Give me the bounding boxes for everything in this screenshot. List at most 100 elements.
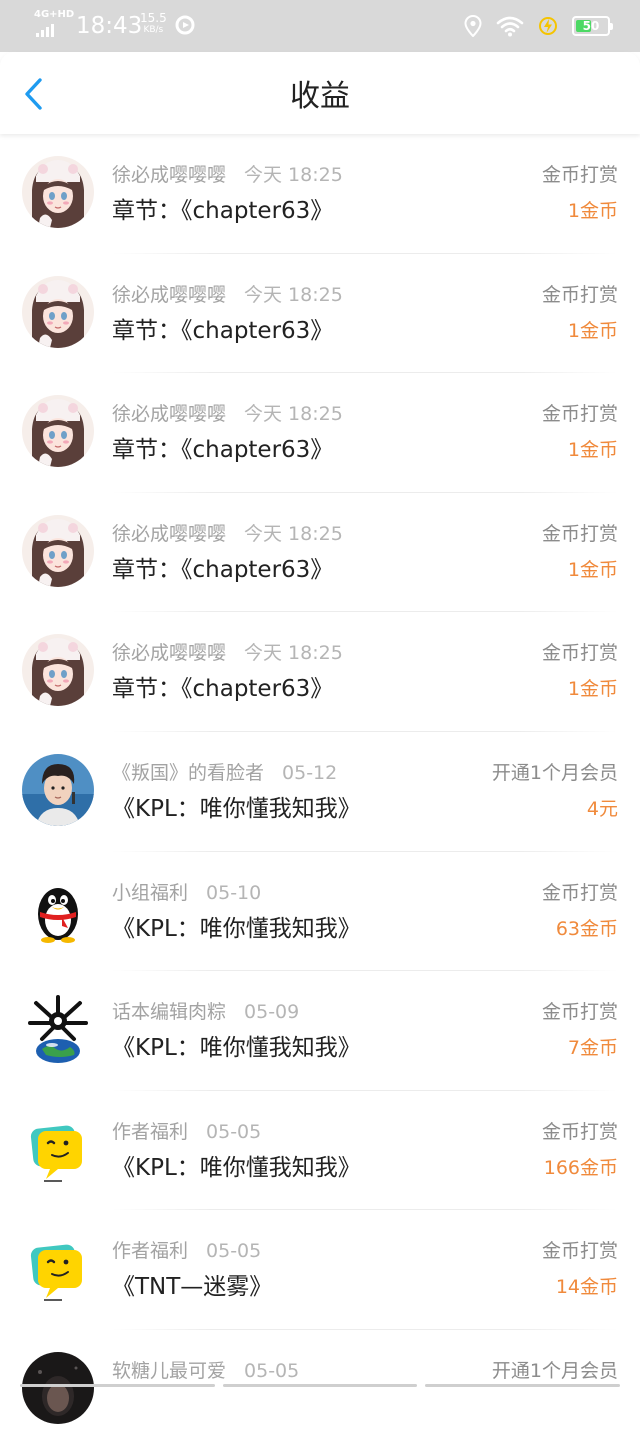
list-item[interactable]: 徐必成嘤嘤嘤 今天 18:25 章节：《chapter63》 金币打赏 1金币 [0,134,640,254]
status-bar: 4G+HD 18:43 15.5 KB/s 50 [0,0,640,52]
user-name: 徐必成嘤嘤嘤 [112,403,227,426]
page-title: 收益 [290,79,350,114]
avatar [22,395,94,468]
record-meta: 徐必成嘤嘤嘤 今天 18:25 [112,399,343,429]
avatar [22,156,94,228]
record-time: 今天 18:25 [244,522,343,545]
avatar [22,634,94,707]
list-item[interactable]: 话本编辑肉粽 05-09 《KPL：唯你懂我知我》 金币打赏 7金币 [0,971,640,1091]
record-meta: 软糖儿最可爱 05-05 [112,1356,299,1386]
user-name: 小组福利 [112,881,189,904]
record-amount: 14金币 [555,1276,618,1299]
status-right: 50 [464,12,613,40]
anime-girl-avatar-icon [22,514,94,587]
planet-avatar-icon [22,993,94,1066]
record-amount: 63金币 [555,917,618,940]
record-time: 05-05 [206,1240,262,1263]
anime-girl-avatar-icon [22,275,94,348]
record-type: 金币打赏 [541,642,618,665]
record-meta: 话本编辑肉粽 05-09 [112,997,299,1027]
record-item: 《TNT—迷雾》 [112,1274,273,1301]
earnings-list: 徐必成嘤嘤嘤 今天 18:25 章节：《chapter63》 金币打赏 1金币 徐… [0,134,640,1450]
record-meta: 徐必成嘤嘤嘤 今天 18:25 [112,280,343,310]
speed-unit: KB/s [143,25,164,35]
record-amount: 1金币 [567,439,618,462]
anime-girl-avatar-icon [22,156,94,228]
network-type: 4G+HD [34,9,75,20]
record-time: 05-12 [282,761,338,784]
record-item: 《KPL：唯你懂我知我》 [112,795,361,822]
list-item[interactable]: 《叛国》的看脸者 05-12 《KPL：唯你懂我知我》 开通1个月会员 4元 [0,732,640,852]
record-item: 《KPL：唯你懂我知我》 [112,915,361,942]
list-item[interactable]: 徐必成嘤嘤嘤 今天 18:25 章节：《chapter63》 金币打赏 1金币 [0,493,640,613]
record-type: 金币打赏 [541,1240,618,1263]
battery-icon: 50 [572,16,613,36]
record-amount: 166金币 [543,1156,618,1179]
record-amount: 4元 [586,797,618,820]
record-type: 开通1个月会员 [491,1359,618,1382]
user-name: 徐必成嘤嘤嘤 [112,642,227,665]
record-type: 金币打赏 [541,1120,618,1143]
list-item[interactable]: 徐必成嘤嘤嘤 今天 18:25 章节：《chapter63》 金币打赏 1金币 [0,254,640,374]
record-time: 05-10 [206,881,262,904]
record-item: 《KPL：唯你懂我知我》 [112,1154,361,1181]
list-item[interactable]: 软糖儿最可爱 05-05 开通1个月会员 [0,1330,640,1450]
record-time: 今天 18:25 [244,283,343,306]
location-icon [464,15,482,37]
record-time: 今天 18:25 [244,642,343,665]
record-meta: 小组福利 05-10 [112,878,261,908]
record-meta: 徐必成嘤嘤嘤 今天 18:25 [112,638,343,668]
record-meta: 徐必成嘤嘤嘤 今天 18:25 [112,519,343,549]
record-item: 《KPL：唯你懂我知我》 [112,1035,361,1062]
chat-bubble-avatar-icon [22,1232,94,1305]
user-name: 徐必成嘤嘤嘤 [112,522,227,545]
record-item: 章节：《chapter63》 [112,317,334,344]
user-name: 《叛国》的看脸者 [112,761,265,784]
record-meta: 《叛国》的看脸者 05-12 [112,758,337,788]
charging-icon [539,17,557,35]
record-meta: 作者福利 05-05 [112,1236,261,1266]
avatar [22,1351,94,1424]
status-time: 18:43 [76,13,143,39]
record-time: 05-09 [244,1001,300,1024]
record-item: 章节：《chapter63》 [112,676,334,703]
record-type: 金币打赏 [541,283,618,306]
record-type: 金币打赏 [541,1001,618,1024]
speed-value: 15.5 [140,11,167,25]
list-item[interactable]: 作者福利 05-05 《KPL：唯你懂我知我》 金币打赏 166金币 [0,1091,640,1211]
list-item[interactable]: 徐必成嘤嘤嘤 今天 18:25 章节：《chapter63》 金币打赏 1金币 [0,373,640,493]
record-type: 金币打赏 [541,403,618,426]
record-meta: 徐必成嘤嘤嘤 今天 18:25 [112,160,343,190]
record-amount: 7金币 [567,1037,618,1060]
user-name: 徐必成嘤嘤嘤 [112,283,227,306]
network-signal-icon: 4G+HD [34,10,74,37]
record-amount: 1金币 [567,678,618,701]
user-name: 软糖儿最可爱 [112,1359,227,1382]
avatar [22,1112,94,1185]
record-time: 05-05 [244,1359,300,1382]
avatar [22,275,94,348]
wifi-icon [496,16,524,37]
user-name: 徐必成嘤嘤嘤 [112,164,227,186]
list-item[interactable]: 小组福利 05-10 《KPL：唯你懂我知我》 金币打赏 63金币 [0,852,640,972]
photo-boy-avatar-icon [22,753,94,826]
header: 收益 [0,52,640,134]
record-item: 章节：《chapter63》 [112,556,334,583]
avatar [22,873,94,946]
battery-level: 50 [582,19,600,33]
record-amount: 1金币 [567,319,618,342]
record-amount: 1金币 [567,558,618,581]
record-time: 05-05 [206,1120,262,1143]
record-meta: 作者福利 05-05 [112,1117,261,1147]
anime-girl-avatar-icon [22,634,94,707]
record-type: 金币打赏 [541,522,618,545]
chat-bubble-avatar-icon [22,1112,94,1185]
avatar [22,1232,94,1305]
record-type: 开通1个月会员 [491,761,618,784]
list-item[interactable]: 作者福利 05-05 《TNT—迷雾》 金币打赏 14金币 [0,1210,640,1330]
dark-photo-avatar-icon [22,1351,94,1424]
record-time: 今天 18:25 [244,164,343,186]
record-item: 章节：《chapter63》 [112,198,334,224]
list-item[interactable]: 徐必成嘤嘤嘤 今天 18:25 章节：《chapter63》 金币打赏 1金币 [0,612,640,732]
record-type: 金币打赏 [541,881,618,904]
